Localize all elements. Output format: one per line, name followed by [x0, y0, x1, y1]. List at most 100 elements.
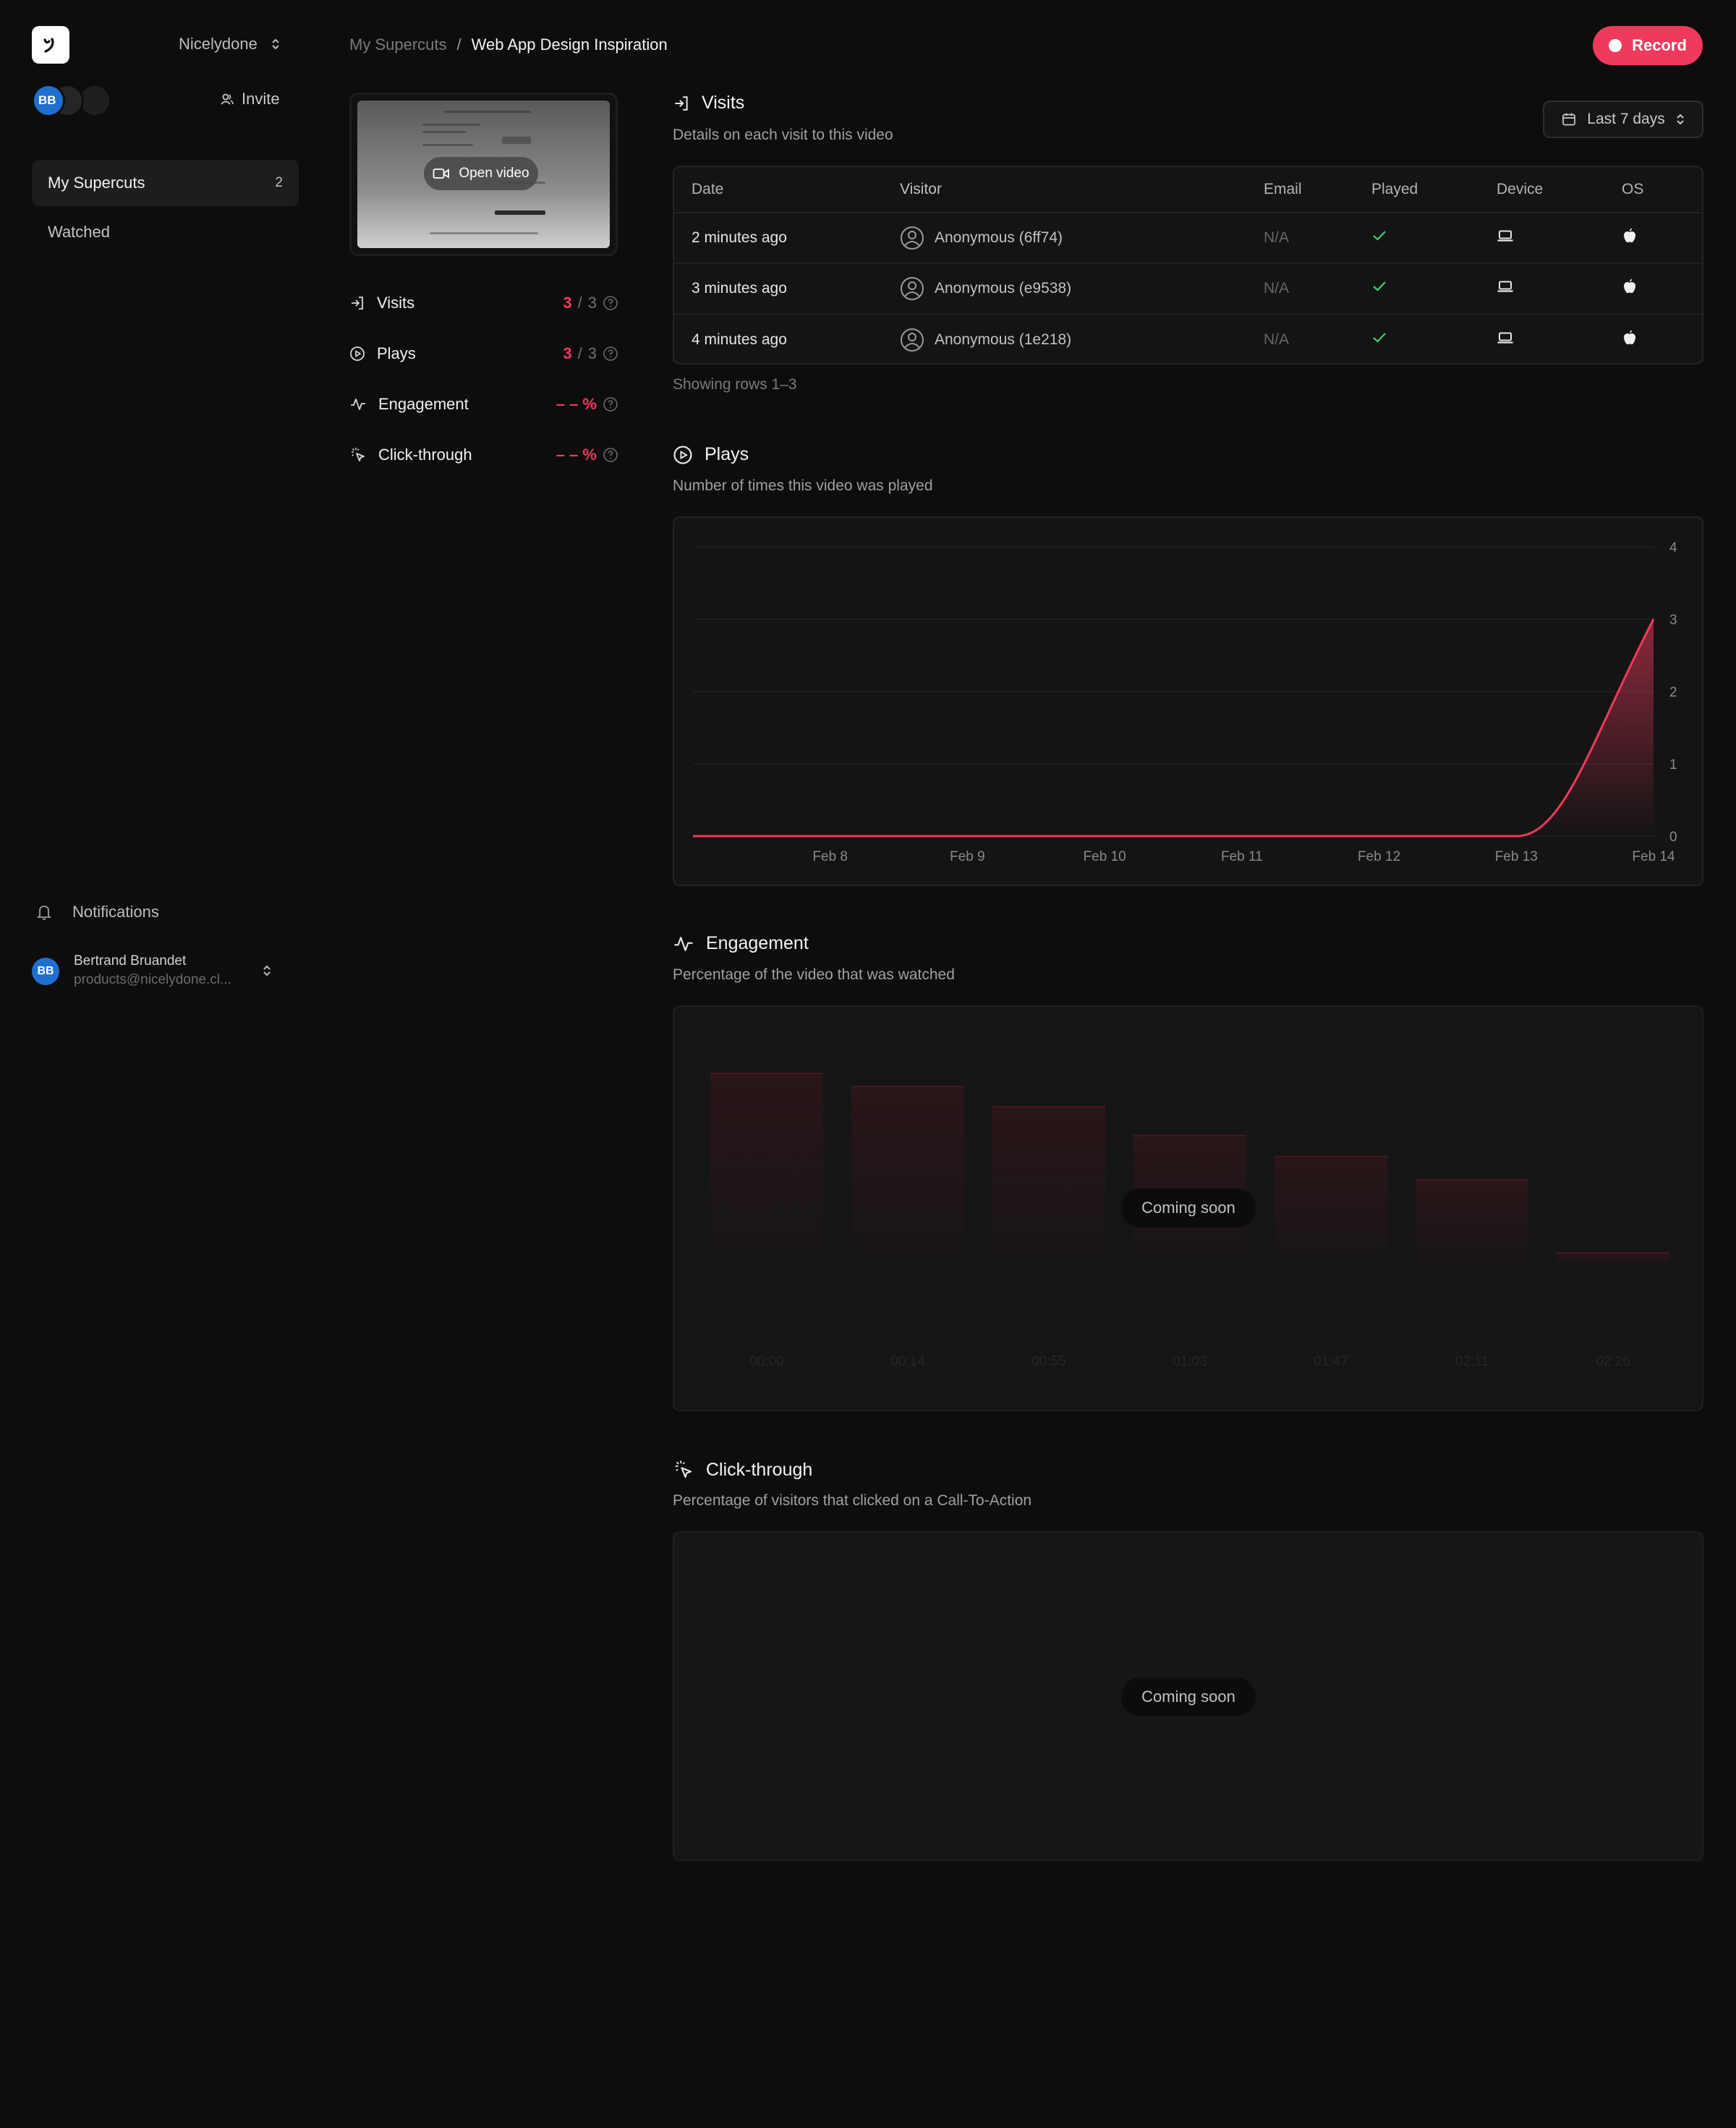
date-range-label: Last 7 days	[1587, 111, 1665, 127]
column-header-visitor[interactable]: Visitor	[900, 181, 1264, 198]
sidebar-item-count: 2	[275, 175, 283, 190]
open-video-button[interactable]: Open video	[424, 157, 538, 190]
play-circle-icon	[673, 445, 692, 464]
breadcrumb-root[interactable]: My Supercuts	[349, 35, 447, 54]
metric-value: – – %	[556, 446, 597, 464]
placeholder-bar-label: 00:14	[890, 1354, 925, 1369]
notifications-button[interactable]: Notifications	[36, 903, 159, 922]
metric-label: Engagement	[378, 395, 469, 413]
user-email: products@nicelydone.cl...	[74, 972, 231, 987]
check-icon	[1373, 281, 1386, 291]
avatar: BB	[32, 84, 65, 117]
help-icon[interactable]	[603, 396, 618, 412]
video-thumbnail[interactable]: Open video	[349, 93, 618, 256]
help-icon[interactable]	[603, 346, 618, 362]
section-title-text: Engagement	[706, 933, 809, 953]
y-tick-label: 0	[1669, 830, 1677, 845]
apple-icon	[1624, 228, 1635, 243]
engagement-section-subtitle: Percentage of the video that was watched	[673, 966, 955, 983]
member-avatars[interactable]: BB	[32, 84, 126, 117]
sidebar-item-watched[interactable]: Watched	[32, 209, 299, 255]
invite-button[interactable]: Invite	[220, 90, 280, 108]
metric-total: 3	[587, 344, 597, 362]
sidebar-item-my-supercuts[interactable]: My Supercuts 2	[32, 160, 299, 206]
cell-visitor: Anonymous (1e218)	[900, 328, 1264, 352]
chart-x-axis: Feb 8 Feb 9 Feb 10 Feb 11 Feb 12 Feb 13 Feb 14	[812, 849, 1675, 864]
visitor-name: Anonymous (1e218)	[935, 331, 1072, 348]
plays-section-subtitle: Number of times this video was played	[673, 477, 933, 494]
placeholder-bar-label: 01:47	[1314, 1354, 1348, 1369]
visits-table: Date Visitor Email Played Device OS 2 mi…	[673, 166, 1703, 365]
metric-value: 3	[563, 294, 572, 312]
metric-engagement[interactable]: Engagement – – %	[349, 379, 618, 430]
column-header-played[interactable]: Played	[1371, 181, 1497, 198]
user-menu[interactable]: BB Bertrand Bruandet products@nicelydone…	[32, 953, 285, 989]
table-row[interactable]: 4 minutes ago Anonymous (1e218) N/A	[674, 315, 1702, 363]
workspace-name: Nicelydone	[179, 35, 258, 53]
cursor-click-icon	[352, 448, 365, 461]
x-tick-label: Feb 11	[1221, 849, 1263, 864]
placeholder-bar	[992, 1106, 1105, 1265]
sidebar-nav: My Supercuts 2 Watched	[32, 160, 299, 258]
plays-section-title: Plays	[673, 444, 749, 465]
avatar: BB	[32, 958, 59, 985]
x-tick-label: Feb 13	[1495, 849, 1538, 864]
column-header-os[interactable]: OS	[1622, 181, 1694, 198]
coming-soon-badge: Coming soon	[1121, 1188, 1256, 1227]
placeholder-bar-label: 00:00	[749, 1354, 784, 1369]
sidebar-item-label: My Supercuts	[48, 174, 145, 192]
cell-played	[1371, 331, 1497, 349]
column-header-email[interactable]: Email	[1264, 181, 1371, 198]
metric-visits[interactable]: Visits 3 / 3	[349, 278, 618, 328]
plays-chart-container: 0 1 2 3 4 Feb 8 Feb 9 Feb 10 Feb 11 Feb 12 Feb 13…	[673, 516, 1703, 886]
logo-icon	[43, 38, 54, 53]
app-logo[interactable]	[32, 26, 69, 64]
help-icon[interactable]	[603, 295, 618, 311]
record-button[interactable]: Record	[1593, 26, 1703, 65]
clickthrough-section-title: Click-through	[673, 1459, 812, 1481]
cell-visitor: Anonymous (6ff74)	[900, 226, 1264, 250]
section-title-text: Plays	[705, 444, 749, 464]
date-range-select[interactable]: Last 7 days	[1543, 101, 1703, 138]
user-circle-icon	[901, 328, 924, 352]
column-header-device[interactable]: Device	[1497, 181, 1622, 198]
apple-icon	[1624, 278, 1635, 294]
visits-section-title: Visits	[673, 93, 744, 114]
cell-email: N/A	[1264, 280, 1290, 297]
video-camera-icon	[433, 169, 450, 179]
cell-os	[1622, 227, 1694, 249]
series-area	[693, 619, 1654, 836]
section-title-text: Visits	[702, 93, 745, 113]
help-icon[interactable]	[603, 447, 618, 463]
y-tick-label: 4	[1669, 540, 1677, 556]
table-header: Date Visitor Email Played Device OS	[674, 167, 1702, 213]
sign-in-icon	[675, 95, 688, 111]
cell-device	[1497, 279, 1622, 298]
cell-email: N/A	[1264, 229, 1290, 246]
visits-section-subtitle: Details on each visit to this video	[673, 127, 893, 143]
chevron-updown-icon	[1676, 114, 1684, 125]
cell-played	[1371, 280, 1497, 297]
user-name: Bertrand Bruandet	[74, 953, 187, 969]
cell-email: N/A	[1264, 331, 1290, 348]
metric-total: 3	[587, 294, 597, 312]
cell-device	[1497, 229, 1622, 247]
check-icon	[1373, 333, 1386, 343]
column-header-date[interactable]: Date	[674, 181, 900, 198]
x-tick-label: Feb 8	[812, 849, 848, 864]
metrics-summary: Visits 3 / 3 Plays 3 / 3 Engagement – – …	[349, 278, 618, 480]
table-row[interactable]: 3 minutes ago Anonymous (e9538) N/A	[674, 264, 1702, 315]
placeholder-bar-label: 02:11	[1455, 1354, 1489, 1369]
metric-plays[interactable]: Plays 3 / 3	[349, 328, 618, 379]
workspace-switcher[interactable]: Nicelydone	[179, 35, 281, 54]
laptop-icon	[1497, 332, 1513, 344]
engagement-chart-placeholder: 02:26 02:11 01:47 01:03 00:55 00:14 00:00 Comi…	[673, 1005, 1703, 1411]
invite-label: Invite	[242, 90, 280, 108]
metric-click-through[interactable]: Click-through – – %	[349, 430, 618, 480]
x-tick-label: Feb 10	[1084, 849, 1126, 864]
cell-date: 4 minutes ago	[692, 331, 787, 348]
table-row[interactable]: 2 minutes ago Anonymous (6ff74) N/A	[674, 213, 1702, 264]
breadcrumb: My Supercuts / Web App Design Inspiratio…	[349, 35, 668, 54]
cell-date: 2 minutes ago	[692, 229, 787, 246]
open-video-label: Open video	[459, 166, 529, 181]
